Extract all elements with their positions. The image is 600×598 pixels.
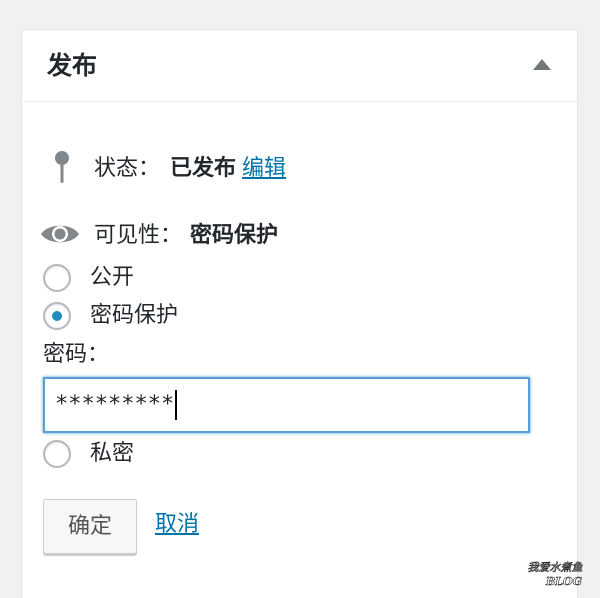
status-row: 状态： 已发布 编辑 (94, 150, 286, 182)
visibility-private-radio[interactable] (43, 440, 71, 468)
svg-text:BLOG: BLOG (545, 575, 582, 588)
visibility-password-label[interactable]: 密码保护 (90, 301, 178, 331)
visibility-row: 可见性： 密码保护 (94, 217, 278, 249)
visibility-label: 可见性： (94, 223, 183, 248)
text-caret (175, 390, 178, 420)
ok-button[interactable]: 确定 (43, 499, 137, 554)
blog-watermark-logo: 我爱水煮鱼 BLOG (527, 561, 583, 589)
publish-metabox: 发布 状态： 已发布 编辑 可见性： 密码保护 公开 密码保护 密码： ****… (21, 29, 578, 598)
visibility-public-radio[interactable] (43, 264, 71, 292)
status-value: 已发布 (170, 156, 237, 181)
visibility-value: 密码保护 (190, 223, 279, 248)
cancel-link[interactable]: 取消 (155, 510, 199, 540)
triangle-up-icon[interactable] (533, 59, 551, 70)
eye-icon (41, 225, 79, 243)
visibility-password-radio[interactable] (43, 302, 71, 330)
password-input[interactable]: ********* (43, 377, 530, 433)
password-field-label: 密码： (43, 342, 110, 367)
password-value: ********* (55, 392, 175, 417)
status-label: 状态： (94, 156, 161, 181)
metabox-header: 发布 (22, 30, 577, 102)
visibility-private-label[interactable]: 私密 (90, 439, 134, 469)
pin-icon (55, 151, 69, 183)
metabox-title: 发布 (47, 51, 98, 80)
visibility-public-label[interactable]: 公开 (90, 263, 134, 293)
svg-text:我爱水煮鱼: 我爱水煮鱼 (528, 561, 583, 574)
edit-status-link[interactable]: 编辑 (242, 150, 286, 182)
